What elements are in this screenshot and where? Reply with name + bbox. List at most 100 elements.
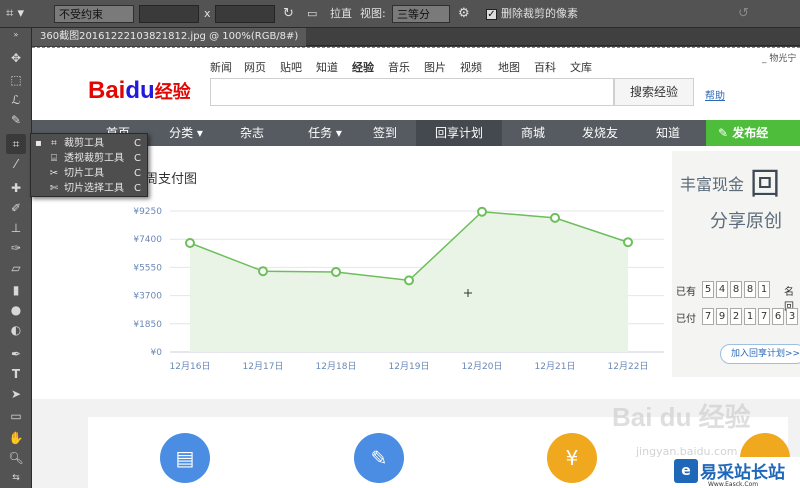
document-canvas[interactable]: Baidu经验 新闻 网页 贴吧 知道 经验 音乐 图片 视频 地图 百科 文库… (32, 47, 800, 488)
clear-icon[interactable]: ↻ (283, 5, 294, 23)
toplink-wenku[interactable]: 文库 (570, 59, 592, 75)
row2-digit: 7 (702, 308, 714, 325)
crop-tool-preset-icon[interactable]: ⌗ ▾ (6, 5, 24, 23)
delete-cropped-label[interactable]: 删除裁剪的像素 (501, 5, 578, 23)
view-label: 视图: (360, 7, 386, 20)
flyout-item-label: 切片工具 (64, 168, 104, 179)
straighten-label[interactable]: 拉直 (330, 5, 352, 23)
reset-icon[interactable]: ↺ (738, 5, 749, 23)
x-tick-label: 12月20日 (462, 361, 503, 372)
toplink-jingyan[interactable]: 经验 (352, 59, 374, 75)
flyout-item-shortcut: C (134, 138, 141, 149)
hand-tool-icon[interactable]: ✋ (6, 428, 26, 448)
x-tick-label: 12月21日 (535, 361, 576, 372)
delete-cropped-checkbox[interactable]: ✓ (486, 9, 497, 20)
gear-icon[interactable]: ⚙ (458, 5, 470, 23)
money-bag-icon[interactable]: ¥ (547, 433, 597, 483)
dodge-tool-icon[interactable]: ◐ (6, 320, 26, 340)
x-tick-label: 12月18日 (316, 361, 357, 372)
nav-fans[interactable]: 发烧友 (568, 120, 632, 146)
data-point (185, 238, 195, 249)
ad-line1: 丰富现金 (680, 175, 745, 194)
row2-digit: 7 (758, 308, 770, 325)
x-tick-label: 12月19日 (389, 361, 430, 372)
eraser-tool-icon[interactable]: ▱ (6, 258, 26, 278)
marquee-tool-icon[interactable]: ⬚ (6, 70, 26, 90)
baidu-jingyan-logo[interactable]: Baidu经验 (88, 77, 191, 105)
toplink-image[interactable]: 图片 (424, 59, 446, 75)
flyout-item-3[interactable]: ✄ 切片选择工具 C (31, 181, 147, 196)
ratio-select[interactable]: 不受约束 (54, 5, 134, 23)
flyout-item-label: 切片选择工具 (64, 183, 124, 194)
nav-category[interactable]: 分类 ▾ (156, 120, 216, 146)
nav-task[interactable]: 任务 ▾ (292, 120, 358, 146)
brush-tool-icon[interactable]: ✐ (6, 198, 26, 218)
flyout-item-shortcut: C (134, 183, 141, 194)
document-tab[interactable]: 360截图20161222103821812.jpg @ 100%(RGB/8#… (32, 28, 307, 46)
edit-icon[interactable]: ✎ (354, 433, 404, 483)
y-tick-label: ¥7400 (133, 235, 162, 245)
row1-digit: 1 (758, 281, 770, 298)
data-point (258, 266, 268, 277)
toplink-news[interactable]: 新闻 (210, 59, 232, 75)
view-select[interactable]: 三等分 (392, 5, 450, 23)
height-field[interactable] (215, 5, 275, 23)
site-url: Www.Easck.Com (708, 481, 759, 488)
dimension-separator: x (204, 7, 211, 20)
data-point (404, 275, 414, 286)
swap-colors-icon[interactable]: ⇆ (6, 468, 26, 488)
publish-button[interactable]: ✎ 发布经 (706, 120, 800, 146)
options-bar: ⌗ ▾ 不受约束 x ↻ ▭ 拉直 视图: 三等分 ⚙ ✓ 删除裁剪的像素 ↺ (0, 0, 800, 28)
nav-magazine[interactable]: 杂志 (222, 120, 282, 146)
lasso-tool-icon[interactable]: ℒ (6, 90, 26, 110)
data-point (623, 237, 633, 248)
gradient-tool-icon[interactable]: ▮ (6, 280, 26, 300)
search-button[interactable]: 搜索经验 (614, 78, 694, 106)
pen-tool-icon[interactable]: ✒ (6, 344, 26, 364)
zoom-tool-icon[interactable]: 🔍︎ (6, 448, 26, 468)
nav-zhidao[interactable]: 知道 (638, 120, 698, 146)
flyout-item-label: 裁剪工具 (64, 138, 104, 149)
toplink-web[interactable]: 网页 (244, 59, 266, 75)
straighten-icon[interactable]: ▭ (307, 5, 317, 23)
path-select-tool-icon[interactable]: ➤ (6, 384, 26, 404)
flyout-item-2[interactable]: ✂ 切片工具 C (31, 166, 147, 181)
row2-digit: 6 (772, 308, 784, 325)
nav-checkin[interactable]: 签到 (354, 120, 416, 146)
toplink-map[interactable]: 地图 (498, 59, 520, 75)
width-field[interactable] (139, 5, 199, 23)
x-tick-label: 12月16日 (170, 361, 211, 372)
join-share-plan-button[interactable]: 加入回享计划>> (720, 344, 800, 364)
quick-select-tool-icon[interactable]: ✎ (6, 110, 26, 130)
toplink-tieba[interactable]: 贴吧 (280, 59, 302, 75)
blur-tool-icon[interactable]: ● (6, 300, 26, 320)
toplink-video[interactable]: 视频 (460, 59, 482, 75)
toplink-baike[interactable]: 百科 (534, 59, 556, 75)
panel-collapse-icon[interactable]: » (6, 30, 26, 40)
search-input[interactable] (210, 78, 614, 106)
row2-digit: 9 (716, 308, 728, 325)
type-tool-icon[interactable]: T (6, 364, 26, 384)
nav-mall[interactable]: 商城 (502, 120, 564, 146)
stamp-tool-icon[interactable]: ⊥ (6, 218, 26, 238)
spot-heal-tool-icon[interactable]: ✚ (6, 178, 26, 198)
data-point (331, 266, 341, 277)
nav-share-plan[interactable]: 回享计划 (416, 120, 502, 146)
help-link[interactable]: 帮助 (705, 87, 725, 102)
y-tick-label: ¥0 (151, 348, 163, 358)
toplink-zhidao[interactable]: 知道 (316, 59, 338, 75)
flyout-item-1[interactable]: ⌸ 透视裁剪工具 C (31, 151, 147, 166)
toplink-music[interactable]: 音乐 (388, 59, 410, 75)
crop-tool-icon[interactable]: ⌗ (6, 134, 26, 154)
payment-chart: ¥0 ¥1850 ¥3700 ¥5550 ¥7400 ¥9250 12月16日 12月17日 1… (133, 206, 664, 372)
move-tool-icon[interactable]: ✥ (6, 48, 26, 68)
y-tick-label: ¥5550 (133, 263, 162, 273)
book-icon[interactable]: ▤ (160, 433, 210, 483)
eyedropper-tool-icon[interactable]: ⁄ (6, 154, 26, 174)
y-tick-label: ¥9250 (133, 207, 162, 217)
ad-row1-label: 已有 (676, 287, 696, 298)
flyout-item-0[interactable]: ▪ ⌗ 裁剪工具 C (31, 136, 147, 151)
user-info[interactable]: _ 物光宁 (762, 51, 796, 64)
history-brush-tool-icon[interactable]: ✑ (6, 238, 26, 258)
shape-tool-icon[interactable]: ▭ (6, 406, 26, 426)
